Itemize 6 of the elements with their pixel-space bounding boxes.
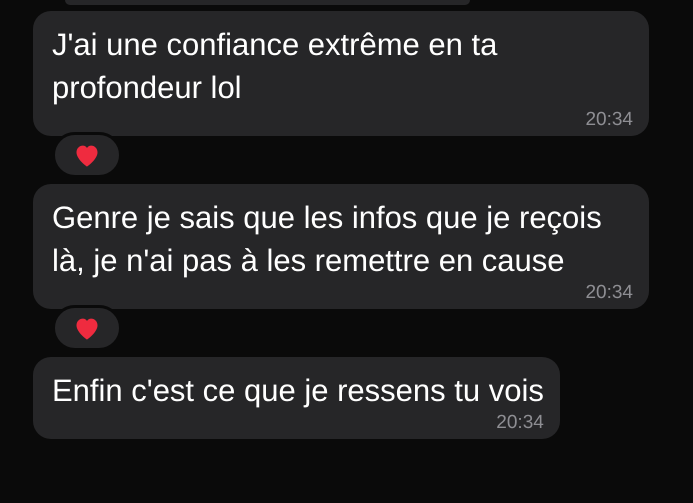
message-text: Enfin c'est ce que je ressens tu vois xyxy=(52,372,544,410)
message-text: J'ai une confiance extrême en ta profondeur lol xyxy=(52,26,498,107)
message-text: Genre je sais que les infos que je reçois là, je n'ai pas à les remettre en cause xyxy=(52,199,603,280)
message-time: 20:34 xyxy=(496,412,544,434)
message-time: 20:34 xyxy=(585,109,633,131)
message-time: 20:34 xyxy=(585,282,633,304)
